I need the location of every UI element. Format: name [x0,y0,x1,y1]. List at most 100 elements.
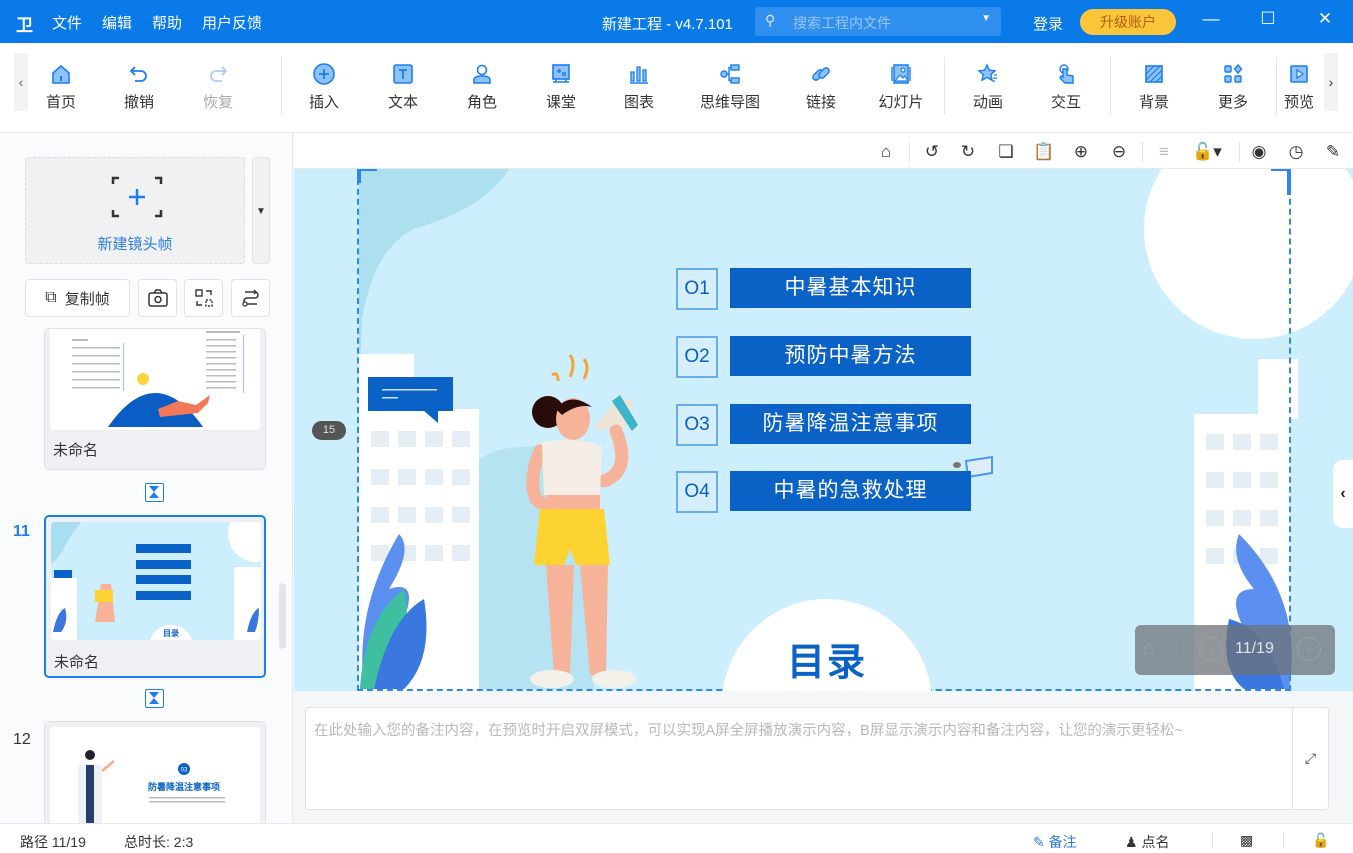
nav-prev-icon[interactable]: ‹ [1199,637,1223,661]
collapse-right-panel[interactable]: ‹ [1333,460,1353,528]
toolbar-plus-circle-button[interactable]: 插入 [289,61,359,112]
project-search[interactable]: ⚲ 搜索工程内文件 ▼ [755,7,1001,36]
slide-navigator: ⌂ ‹ 11/19 › [1135,625,1335,675]
toolbar-link-button[interactable]: 链接 [786,61,856,112]
toolbar-undo-button[interactable]: 撤销 [104,61,174,112]
menu-help[interactable]: 帮助 [152,12,182,33]
chevron-down-icon[interactable]: ▼ [981,13,991,24]
chart-icon [604,61,674,87]
toolbar-label: 撤销 [123,94,154,111]
toolbar-redo-button[interactable]: 恢复 [183,61,253,112]
rollcall-button[interactable]: ♟ 点名 [1125,832,1169,852]
timer-icon[interactable]: ◷ [1285,141,1307,163]
transition-icon[interactable] [145,483,164,502]
toolbar-more-grid-button[interactable]: 更多 [1198,61,1268,112]
character-icon [447,61,517,87]
paste-icon[interactable]: 📋 [1033,141,1055,163]
upgrade-account-button[interactable]: 升级账户 [1080,9,1176,35]
toc-number: O1 [676,268,718,310]
toolbar-classroom-button[interactable]: 课堂 [526,61,596,112]
unlock-icon[interactable]: 🔓 [1312,832,1329,849]
copy-frame-label: 复制帧 [64,290,110,308]
frame-thumbnail-active[interactable]: 目录 未命名 [44,515,266,678]
search-input[interactable]: 搜索工程内文件 [793,13,891,33]
lock-dropdown-icon[interactable]: 🔓▾ [1190,141,1224,163]
maximize-icon[interactable]: ☐ [1253,9,1283,29]
nav-home-icon[interactable]: ⌂ [1143,637,1155,660]
slide-counter: 11/19 [1235,640,1274,657]
mindmap-icon [695,61,765,87]
toolbar-label: 链接 [805,94,836,111]
screenshot-icon[interactable]: ◉ [1248,141,1270,163]
toc-label: 预防中暑方法 [730,336,971,376]
copy-frame-button[interactable]: ⧉ 复制帧 [25,279,130,317]
slide-title: 目录 [786,642,867,684]
toolbar-slide-button[interactable]: 幻灯片 [866,61,936,112]
copy-icon: ⧉ [45,289,57,306]
more-grid-icon [1198,61,1268,87]
align-icon[interactable]: ≡ [1153,141,1175,163]
status-bar: 路径 11/19 总时长: 2:3 ✎ 备注 ♟ 点名 ▩ 🔓 [0,823,1353,853]
menu-file[interactable]: 文件 [52,12,82,33]
notes-toggle-button[interactable]: ✎ 备注 [1033,832,1077,852]
menu-feedback[interactable]: 用户反馈 [202,12,262,33]
replace-frame-button[interactable] [184,279,223,317]
copy-icon[interactable]: ❏ [995,141,1017,163]
notes-area[interactable]: 在此处输入您的备注内容，在预览时开启双屏模式，可以实现A屏全屏播放演示内容，B屏… [305,707,1329,810]
toolbar-character-button[interactable]: 角色 [447,61,517,112]
transition-icon[interactable] [145,689,164,708]
expand-notes-icon[interactable]: ⤢ [1292,708,1328,809]
toc-number: O2 [676,336,718,378]
app-logo-icon: 卫 [16,16,33,35]
edit-icon[interactable]: ✎ [1322,141,1344,163]
toolbar-animation-star-button[interactable]: 动画 [953,61,1023,112]
toolbar-scroll-right[interactable]: › [1324,53,1338,111]
new-frame-label: 新建镜头帧 [97,236,173,253]
toolbar-interaction-hand-button[interactable]: 交互 [1031,61,1101,112]
title-bar: 卫 文件 编辑 帮助 用户反馈 新建工程 - v4.7.101 ⚲ 搜索工程内文… [0,0,1353,43]
zoom-out-icon[interactable]: ⊖ [1108,141,1130,163]
frame-thumbnail[interactable]: 未命名 [44,328,266,470]
new-frame-button[interactable]: 新建镜头帧 [25,157,245,264]
duration-status: 总时长: 2:3 [124,834,194,850]
notes-input[interactable]: 在此处输入您的备注内容，在预览时开启双屏模式，可以实现A屏全屏播放演示内容，B屏… [314,718,1289,744]
menu-edit[interactable]: 编辑 [102,12,132,33]
swap-frame-icon [194,289,213,307]
toolbar-chart-button[interactable]: 图表 [604,61,674,112]
path-button[interactable] [231,279,270,317]
rotate-right-icon[interactable]: ↻ [957,141,979,163]
toolbar-home-button[interactable]: 首页 [26,61,96,112]
nav-next-icon[interactable]: › [1297,637,1321,661]
toc-number: O3 [676,404,718,446]
new-frame-dropdown[interactable]: ▼ [252,157,270,264]
svg-text:03: 03 [181,768,188,774]
frame-number: 11 [13,523,30,540]
canvas-toolbar: ⌂ ↺ ↻ ❏ 📋 ⊕ ⊖ ≡ 🔓▾ ◉ ◷ ✎ [294,133,1353,169]
presenter-screen-icon[interactable]: ▩ [1240,832,1253,849]
rotate-left-icon[interactable]: ↺ [921,141,943,163]
snapshot-button[interactable] [138,279,177,317]
toolbar-preview-play-button[interactable]: 预览 [1276,61,1322,112]
toolbar-background-button[interactable]: 背景 [1119,61,1189,112]
minimize-icon[interactable]: — [1196,9,1226,29]
frame-number: 12 [13,731,31,748]
login-link[interactable]: 登录 [1033,13,1063,34]
frame-list-scrollbar[interactable] [279,583,286,649]
toolbar-label: 图表 [623,94,654,111]
toolbar-divider [1276,57,1277,115]
menu-bar: 文件 编辑 帮助 用户反馈 [52,12,262,33]
notes-toggle-label: 备注 [1048,834,1077,850]
slide-icon [866,61,936,87]
toolbar-mindmap-button[interactable]: 思维导图 [695,61,765,112]
background-icon [1119,61,1189,87]
toolbar-text-button[interactable]: 文本 [368,61,438,112]
toc-number: O4 [676,471,718,513]
close-icon[interactable]: ✕ [1310,9,1340,29]
slide-canvas[interactable]: 15 O1 中暑基本知识 O2 预防中暑方法 O3 防暑降温注意事项 O4 中暑… [294,169,1353,691]
home-view-icon[interactable]: ⌂ [875,141,897,163]
rollcall-label: 点名 [1141,834,1170,850]
path-status: 路径 11/19 [20,834,86,850]
frame-thumbnail[interactable]: 03 防暑降温注意事项 [44,721,266,823]
zoom-in-icon[interactable]: ⊕ [1070,141,1092,163]
toolbar-label: 课堂 [545,94,576,111]
